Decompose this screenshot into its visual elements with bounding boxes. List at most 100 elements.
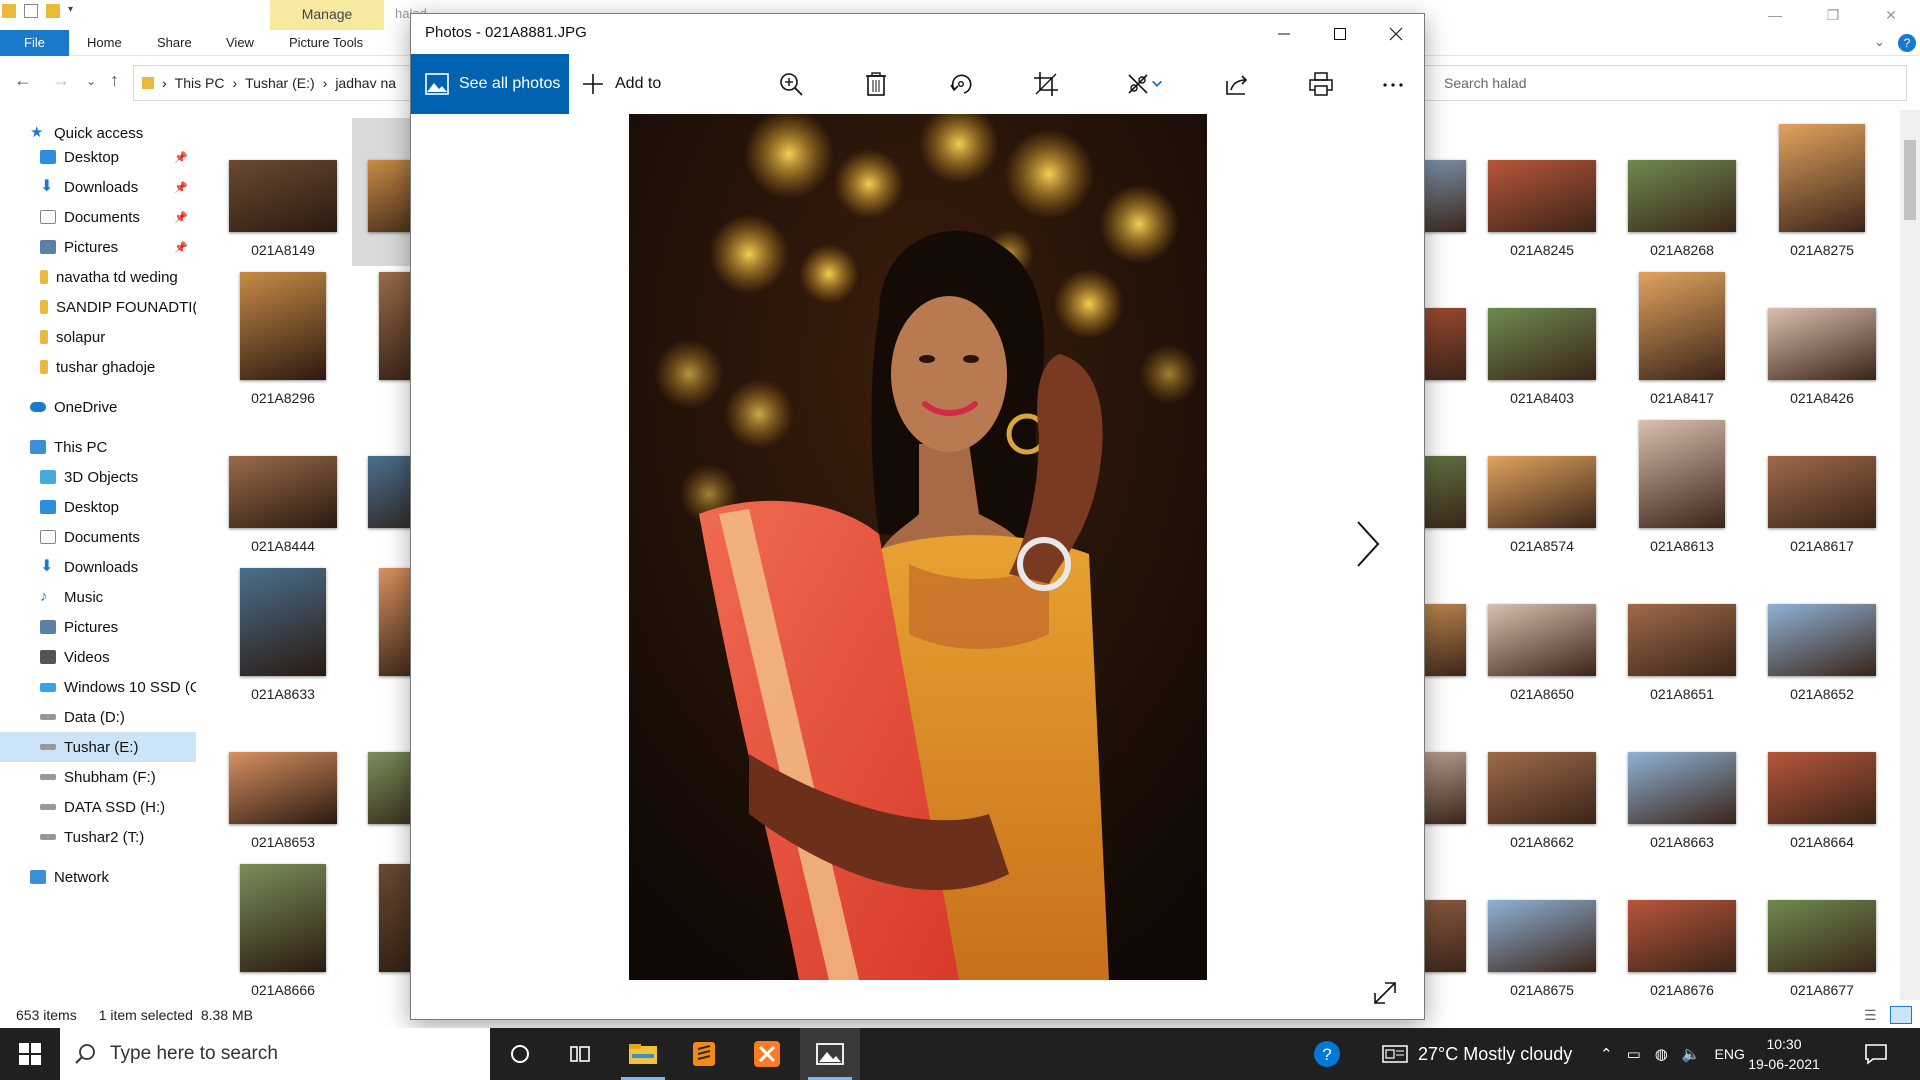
recent-locations-icon[interactable]: ⌄	[86, 74, 96, 88]
file-thumbnail[interactable]: 021A8633	[213, 562, 353, 710]
nav-drive-h[interactable]: DATA SSD (H:)	[0, 792, 196, 822]
tab-home[interactable]: Home	[87, 30, 122, 56]
task-view-icon[interactable]	[550, 1028, 610, 1080]
nav-folder-solapur[interactable]: solapur	[0, 322, 196, 352]
file-thumbnail[interactable]: 021A8666	[213, 858, 353, 1006]
expand-ribbon-icon[interactable]: ⌄	[1874, 34, 1885, 50]
file-thumbnail[interactable]: 021A8663	[1612, 710, 1752, 858]
file-explorer-icon[interactable]	[613, 1028, 673, 1080]
scrollbar-thumb[interactable]	[1904, 140, 1916, 220]
nav-pictures-qa[interactable]: Pictures 📌	[0, 232, 196, 262]
nav-drive-d[interactable]: Data (D:)	[0, 702, 196, 732]
large-icons-view-icon[interactable]	[1890, 1006, 1912, 1024]
file-thumbnail[interactable]: 021A8403	[1472, 266, 1612, 414]
fullscreen-icon[interactable]	[1371, 979, 1399, 1007]
minimize-button[interactable]	[1256, 14, 1312, 54]
up-icon[interactable]: ↑	[110, 70, 119, 91]
xampp-icon[interactable]	[737, 1028, 797, 1080]
breadcrumb-tushar-e[interactable]: Tushar (E:)	[245, 75, 315, 91]
print-icon[interactable]	[1304, 67, 1338, 101]
start-button[interactable]	[0, 1028, 60, 1080]
address-bar[interactable]: › This PC › Tushar (E:) › jadhav na	[133, 65, 413, 101]
displayed-photo[interactable]	[629, 114, 1207, 980]
breadcrumb-this-pc[interactable]: This PC	[175, 75, 225, 91]
file-thumbnail[interactable]: 021A8149	[213, 118, 353, 266]
clock[interactable]: 10:30 19-06-2021	[1740, 1034, 1828, 1074]
nav-videos[interactable]: Videos	[0, 642, 196, 672]
delete-icon[interactable]	[859, 67, 893, 101]
file-thumbnail[interactable]: 021A8417	[1612, 266, 1752, 414]
crop-icon[interactable]	[1029, 67, 1063, 101]
nav-pictures[interactable]: Pictures	[0, 612, 196, 642]
chevron-down-icon[interactable]	[1149, 67, 1165, 101]
breadcrumb-jadhav[interactable]: jadhav na	[335, 75, 396, 91]
add-to-button[interactable]: Add to	[581, 54, 661, 114]
tab-view[interactable]: View	[226, 30, 254, 56]
nav-drive-c[interactable]: Windows 10 SSD (C	[0, 672, 196, 702]
nav-desktop[interactable]: Desktop	[0, 492, 196, 522]
restore-button[interactable]: ❐	[1804, 0, 1862, 30]
share-icon[interactable]	[1220, 67, 1254, 101]
file-thumbnail[interactable]: 021A8613	[1612, 414, 1752, 562]
nav-onedrive[interactable]: OneDrive	[0, 392, 196, 422]
properties-icon[interactable]	[24, 4, 38, 18]
nav-downloads-qa[interactable]: ⬇ Downloads 📌	[0, 172, 196, 202]
tab-share[interactable]: Share	[157, 30, 192, 56]
more-icon[interactable]	[1376, 67, 1410, 101]
manage-context-tab[interactable]: Manage	[270, 0, 384, 30]
close-button[interactable]	[1368, 14, 1424, 54]
details-view-icon[interactable]: ☰	[1864, 1007, 1877, 1024]
file-thumbnail[interactable]: 021A8676	[1612, 858, 1752, 1006]
forward-icon[interactable]: →	[52, 70, 70, 91]
vertical-scrollbar[interactable]	[1900, 110, 1920, 1000]
nav-music[interactable]: ♪ Music	[0, 582, 196, 612]
file-tab[interactable]: File	[0, 30, 69, 56]
file-thumbnail[interactable]: 021A8444	[213, 414, 353, 562]
file-thumbnail[interactable]: 021A8245	[1472, 118, 1612, 266]
tab-picture-tools[interactable]: Picture Tools	[289, 30, 363, 56]
rotate-icon[interactable]	[944, 67, 978, 101]
cortana-icon[interactable]	[490, 1028, 550, 1080]
network-globe-icon[interactable]: ◍	[1655, 1045, 1668, 1063]
search-input[interactable]: Search halad	[1413, 65, 1907, 101]
nav-3d-objects[interactable]: 3D Objects	[0, 462, 196, 492]
see-all-photos-button[interactable]: See all photos	[411, 54, 569, 114]
sublime-text-icon[interactable]	[674, 1028, 734, 1080]
volume-icon[interactable]: 🔈	[1682, 1045, 1701, 1063]
nav-this-pc[interactable]: This PC	[0, 432, 196, 462]
nav-folder-navatha[interactable]: navatha td weding	[0, 262, 196, 292]
weather-widget[interactable]: 27°C Mostly cloudy	[1382, 1028, 1572, 1080]
zoom-icon[interactable]	[774, 67, 808, 101]
minimize-button[interactable]: —	[1746, 0, 1804, 30]
photos-app-icon[interactable]	[800, 1028, 860, 1080]
customize-toolbar-icon[interactable]: ▾	[68, 4, 82, 18]
file-thumbnail[interactable]: 021A8296	[213, 266, 353, 414]
show-hidden-icons-icon[interactable]: ⌃	[1600, 1045, 1613, 1063]
battery-icon[interactable]: ▭	[1627, 1045, 1641, 1063]
file-thumbnail[interactable]: 021A8662	[1472, 710, 1612, 858]
maximize-button[interactable]	[1312, 14, 1368, 54]
nav-network[interactable]: Network	[0, 862, 196, 892]
new-folder-icon[interactable]	[46, 4, 60, 18]
nav-downloads[interactable]: ⬇ Downloads	[0, 552, 196, 582]
notifications-icon[interactable]	[1864, 1028, 1888, 1080]
file-thumbnail[interactable]: 021A8574	[1472, 414, 1612, 562]
nav-folder-tushar-ghadoje[interactable]: tushar ghadoje	[0, 352, 196, 382]
nav-drive-t[interactable]: Tushar2 (T:)	[0, 822, 196, 852]
file-thumbnail[interactable]: 021A8650	[1472, 562, 1612, 710]
taskbar-search[interactable]: Type here to search	[60, 1028, 490, 1080]
file-thumbnail[interactable]: 021A8653	[213, 710, 353, 858]
folder-icon[interactable]	[2, 4, 16, 18]
file-thumbnail[interactable]: 021A8675	[1472, 858, 1612, 1006]
back-icon[interactable]: ←	[14, 70, 32, 91]
help-tray-icon[interactable]: ?	[1312, 1028, 1342, 1080]
nav-drive-f[interactable]: Shubham (F:)	[0, 762, 196, 792]
file-thumbnail[interactable]: 021A8275	[1752, 118, 1892, 266]
help-icon[interactable]: ?	[1898, 34, 1916, 52]
file-thumbnail[interactable]: 021A8268	[1612, 118, 1752, 266]
nav-documents-qa[interactable]: Documents 📌	[0, 202, 196, 232]
file-thumbnail[interactable]: 021A8426	[1752, 266, 1892, 414]
close-button[interactable]: ✕	[1862, 0, 1920, 30]
nav-folder-sandip[interactable]: SANDIP FOUNADTI(	[0, 292, 196, 322]
nav-desktop-qa[interactable]: Desktop 📌	[0, 142, 196, 172]
